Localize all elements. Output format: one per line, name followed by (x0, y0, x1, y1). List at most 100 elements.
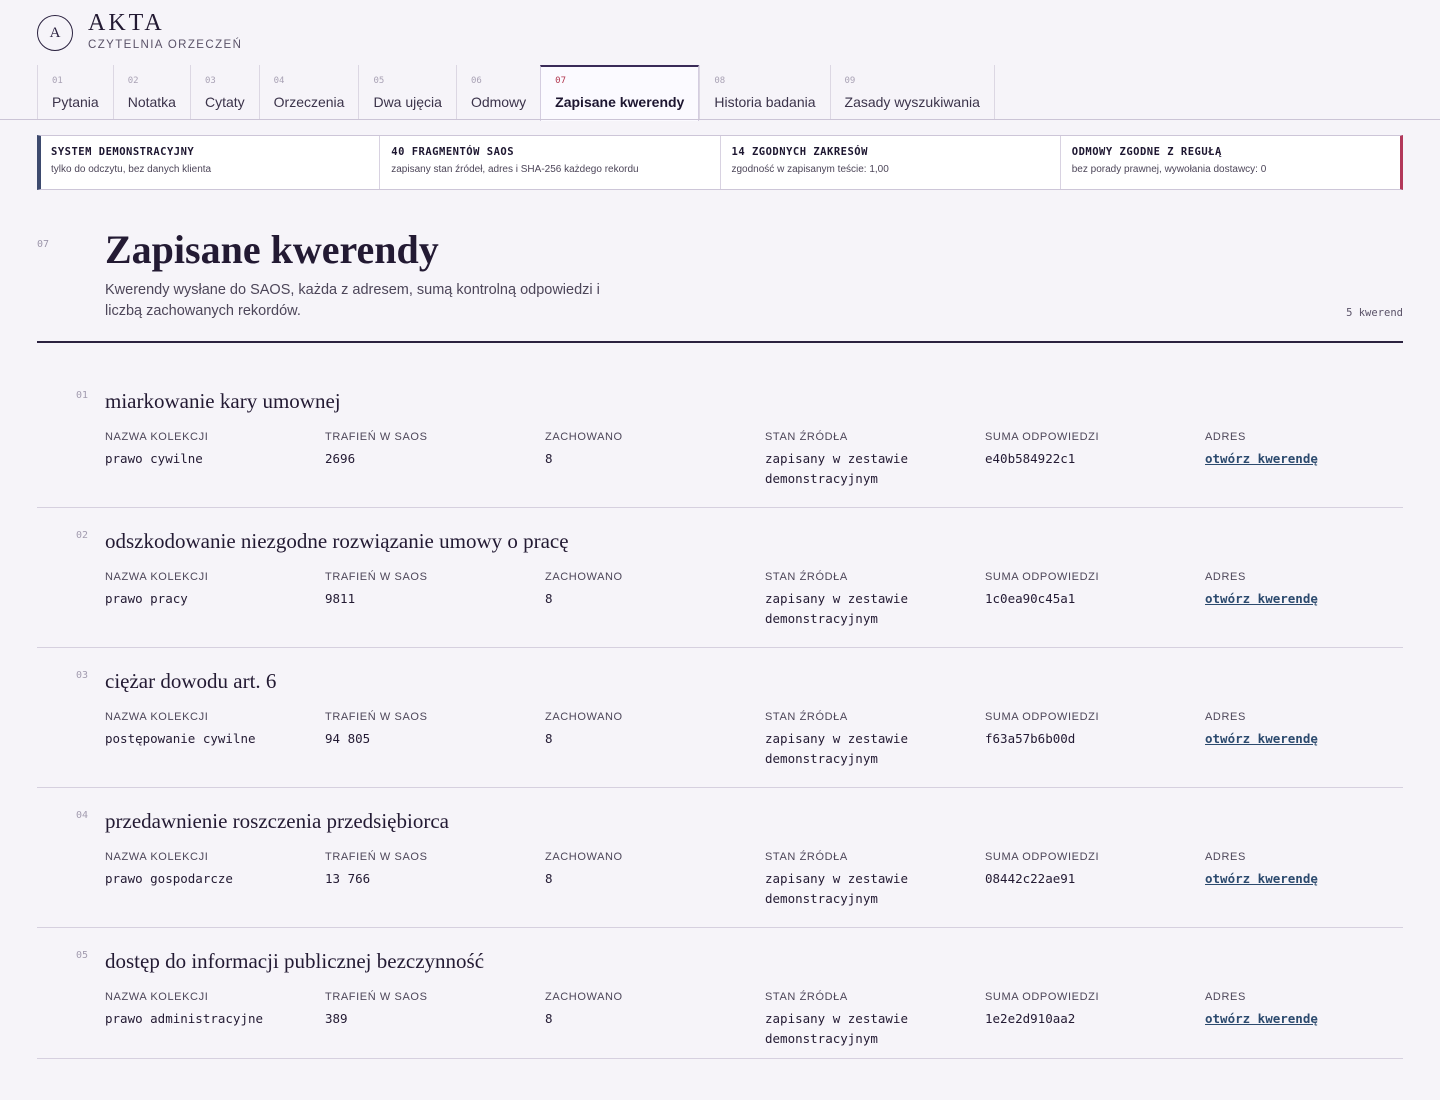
field-label: ADRES (1205, 851, 1246, 863)
checksum-value: f63a57b6b00d (985, 731, 1076, 746)
field-label: STAN ŹRÓDŁA (765, 851, 848, 863)
tab-historia-badania[interactable]: 08 Historia badania (699, 65, 829, 120)
source-state-value: zapisany w zestawie demonstracyjnym (765, 591, 908, 626)
query-row: 05 dostęp do informacji publicznej bezcz… (37, 928, 1403, 1059)
tab-odmowy[interactable]: 06 Odmowy (455, 65, 540, 120)
field-label: SUMA ODPOWIEDZI (985, 431, 1100, 443)
field-checksum: SUMA ODPOWIEDZI 08442c22ae91 (985, 851, 1205, 909)
query-title: dostęp do informacji publicznej bezczynn… (105, 949, 485, 973)
tab-orzeczenia[interactable]: 04 Orzeczenia (258, 65, 359, 120)
query-number: 04 (76, 810, 89, 821)
field-address: ADRES otwórz kwerendę (1205, 571, 1365, 629)
tab-label: Zapisane kwerendy (555, 94, 685, 110)
status-title: 40 FRAGMENTÓW SAOS (391, 146, 515, 158)
query-title: przedawnienie roszczenia przedsiębiorca (105, 809, 449, 833)
field-kept: ZACHOWANO 8 (545, 571, 765, 629)
open-query-link[interactable]: otwórz kwerendę (1205, 869, 1318, 889)
tab-number: 05 (373, 76, 385, 86)
tab-zasady-wyszukiwania[interactable]: 09 Zasady wyszukiwania (829, 65, 995, 120)
kept-value: 8 (545, 871, 553, 886)
status-description: zapisany stan źródeł, adres i SHA-256 ka… (391, 164, 639, 175)
query-row: 02 odszkodowanie niezgodne rozwiązanie u… (37, 508, 1403, 648)
query-title: ciężar dowodu art. 6 (105, 669, 277, 693)
field-label: ZACHOWANO (545, 431, 623, 443)
hits-value: 94 805 (325, 731, 371, 746)
kept-value: 8 (545, 591, 553, 606)
checksum-value: 1e2e2d910aa2 (985, 1011, 1076, 1026)
status-refusals: ODMOWY ZGODNE Z REGUŁĄ bez porady prawne… (1059, 136, 1400, 189)
field-checksum: SUMA ODPOWIEDZI f63a57b6b00d (985, 711, 1205, 769)
source-state-value: zapisany w zestawie demonstracyjnym (765, 1011, 908, 1046)
checksum-value: 1c0ea90c45a1 (985, 591, 1076, 606)
field-label: ZACHOWANO (545, 991, 623, 1003)
tab-cytaty[interactable]: 03 Cytaty (189, 65, 259, 120)
field-kept: ZACHOWANO 8 (545, 711, 765, 769)
field-label: TRAFIEŃ W SAOS (325, 431, 428, 443)
field-label: ADRES (1205, 571, 1246, 583)
field-label: NAZWA KOLEKCJI (105, 851, 209, 863)
field-collection: NAZWA KOLEKCJI prawo pracy (105, 571, 325, 629)
field-collection: NAZWA KOLEKCJI prawo administracyjne (105, 991, 325, 1049)
field-label: ZACHOWANO (545, 571, 623, 583)
field-label: TRAFIEŃ W SAOS (325, 991, 428, 1003)
field-source-state: STAN ŹRÓDŁA zapisany w zestawie demonstr… (765, 851, 985, 909)
field-label: SUMA ODPOWIEDZI (985, 991, 1100, 1003)
tab-label: Cytaty (204, 94, 245, 110)
tab-pytania[interactable]: 01 Pytania (37, 65, 113, 120)
hits-value: 389 (325, 1011, 348, 1026)
field-collection: NAZWA KOLEKCJI prawo cywilne (105, 431, 325, 489)
main-tabs: 01 Pytania 02 Notatka 03 Cytaty 04 Orzec… (37, 65, 995, 121)
kept-value: 8 (545, 451, 553, 466)
status-title: 14 ZGODNYCH ZAKRESÓW (731, 146, 868, 158)
field-hits: TRAFIEŃ W SAOS 9811 (325, 571, 545, 629)
query-row: 04 przedawnienie roszczenia przedsiębior… (37, 788, 1403, 928)
field-address: ADRES otwórz kwerendę (1205, 431, 1365, 489)
header-divider (37, 341, 1403, 343)
tab-number: 08 (714, 76, 726, 86)
query-title: odszkodowanie niezgodne rozwiązanie umow… (105, 529, 569, 553)
app-title: AKTA (88, 10, 165, 36)
query-number: 05 (76, 950, 89, 961)
field-label: ZACHOWANO (545, 851, 623, 863)
tab-label: Zasady wyszukiwania (844, 94, 980, 110)
field-source-state: STAN ŹRÓDŁA zapisany w zestawie demonstr… (765, 431, 985, 489)
section-number: 07 (37, 239, 50, 250)
query-list: 01 miarkowanie kary umownej NAZWA KOLEKC… (37, 368, 1403, 1059)
tab-notatka[interactable]: 02 Notatka (112, 65, 190, 120)
field-label: ADRES (1205, 711, 1246, 723)
tab-number: 03 (204, 76, 216, 86)
open-query-link[interactable]: otwórz kwerendę (1205, 1009, 1318, 1029)
tab-dwa-ujecia[interactable]: 05 Dwa ujęcia (358, 65, 455, 120)
query-row: 03 ciężar dowodu art. 6 NAZWA KOLEKCJI p… (37, 648, 1403, 788)
field-label: SUMA ODPOWIEDZI (985, 571, 1100, 583)
source-state-value: zapisany w zestawie demonstracyjnym (765, 871, 908, 906)
status-saos-fragments: 40 FRAGMENTÓW SAOS zapisany stan źródeł,… (379, 136, 719, 189)
field-label: ZACHOWANO (545, 711, 623, 723)
query-fields: NAZWA KOLEKCJI postępowanie cywilne TRAF… (105, 711, 1365, 769)
app-subtitle: CZYTELNIA ORZECZEŃ (88, 39, 243, 51)
status-title: SYSTEM DEMONSTRACYJNY (51, 146, 195, 158)
field-label: STAN ŹRÓDŁA (765, 431, 848, 443)
tab-number: 07 (555, 76, 567, 86)
field-label: SUMA ODPOWIEDZI (985, 711, 1100, 723)
status-matching-ranges: 14 ZGODNYCH ZAKRESÓW zgodność w zapisany… (719, 136, 1060, 189)
tab-label: Dwa ujęcia (373, 94, 442, 110)
collection-value: prawo gospodarcze (105, 871, 233, 886)
kept-value: 8 (545, 1011, 553, 1026)
checksum-value: 08442c22ae91 (985, 871, 1076, 886)
field-label: TRAFIEŃ W SAOS (325, 711, 428, 723)
page-description: Kwerendy wysłane do SAOS, każda z adrese… (105, 282, 600, 319)
tab-zapisane-kwerendy[interactable]: 07 Zapisane kwerendy (540, 65, 700, 121)
tab-number: 04 (273, 76, 285, 86)
query-fields: NAZWA KOLEKCJI prawo administracyjne TRA… (105, 991, 1365, 1049)
query-count: 5 kwerend (1346, 307, 1403, 319)
open-query-link[interactable]: otwórz kwerendę (1205, 449, 1318, 469)
field-label: STAN ŹRÓDŁA (765, 571, 848, 583)
status-description: zgodność w zapisanym teście: 1,00 (731, 164, 889, 175)
open-query-link[interactable]: otwórz kwerendę (1205, 729, 1318, 749)
open-query-link[interactable]: otwórz kwerendę (1205, 589, 1318, 609)
tab-label: Odmowy (470, 94, 527, 110)
field-hits: TRAFIEŃ W SAOS 13 766 (325, 851, 545, 909)
field-checksum: SUMA ODPOWIEDZI 1c0ea90c45a1 (985, 571, 1205, 629)
field-address: ADRES otwórz kwerendę (1205, 991, 1365, 1049)
